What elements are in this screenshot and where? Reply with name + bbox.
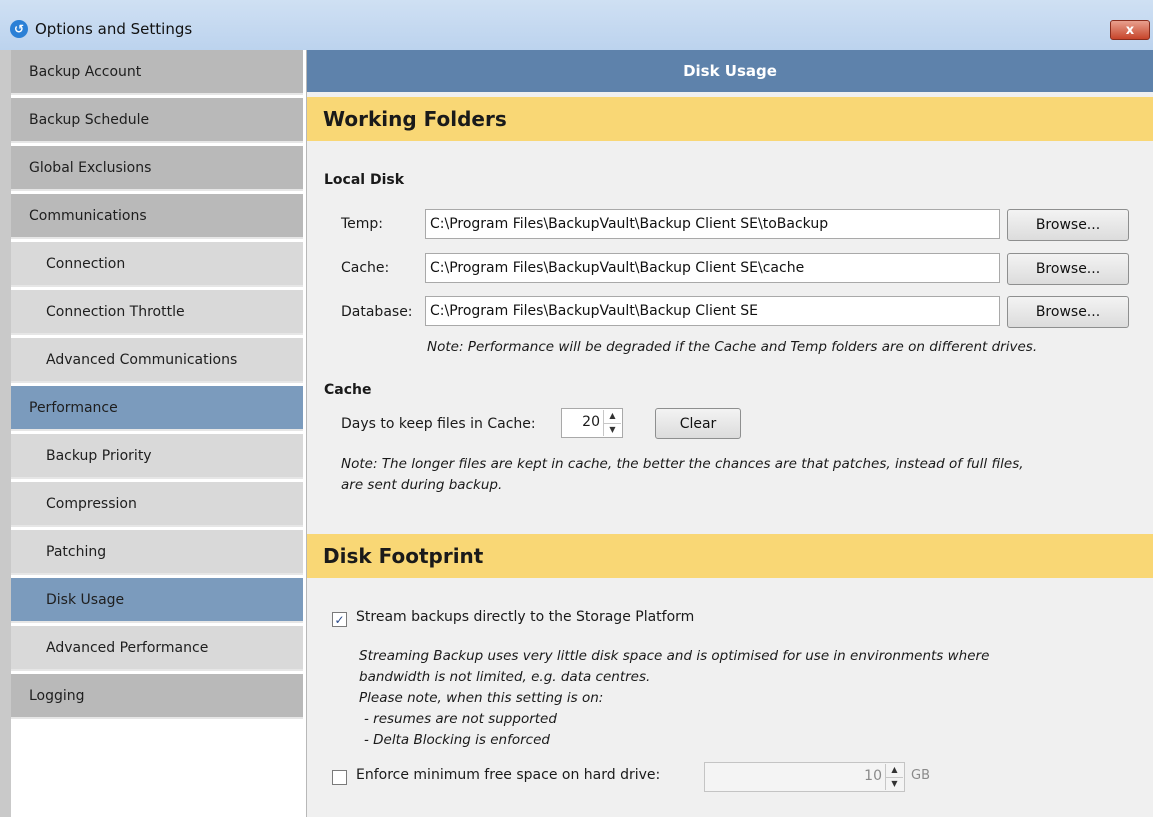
cache-note-line1: Note: The longer files are kept in cache… xyxy=(341,456,1024,472)
enforce-free-space-checkbox[interactable] xyxy=(332,770,347,785)
window-title: Options and Settings xyxy=(35,20,193,38)
chevron-down-icon[interactable]: ▼ xyxy=(604,422,621,437)
cache-browse-button[interactable]: Browse... xyxy=(1007,253,1129,285)
page-title: Disk Usage xyxy=(307,50,1153,92)
sidebar-item-backup-priority[interactable]: Backup Priority xyxy=(11,434,303,479)
sidebar-item-logging[interactable]: Logging xyxy=(11,674,303,719)
min-free-space-value: 10 xyxy=(864,768,882,784)
settings-sidebar: Backup Account Backup Schedule Global Ex… xyxy=(0,50,307,817)
sidebar-item-global-exclusions[interactable]: Global Exclusions xyxy=(11,146,303,191)
sidebar-item-backup-account[interactable]: Backup Account xyxy=(11,50,303,95)
min-free-space-unit: GB xyxy=(911,768,930,783)
section-working-folders: Working Folders xyxy=(307,97,1153,141)
temp-path-input[interactable] xyxy=(425,209,1000,239)
temp-browse-button[interactable]: Browse... xyxy=(1007,209,1129,241)
streaming-desc-line5: - Delta Blocking is enforced xyxy=(364,732,550,748)
sidebar-edge xyxy=(0,50,11,817)
settings-content: Disk Usage Working Folders Local Disk Te… xyxy=(307,50,1153,817)
sidebar-item-connection-throttle[interactable]: Connection Throttle xyxy=(11,290,303,335)
title-bar: ↺ Options and Settings x xyxy=(0,0,1153,50)
working-folders-note: Note: Performance will be degraded if th… xyxy=(427,339,1038,355)
database-label: Database: xyxy=(341,304,413,320)
backupvault-logo-icon: ↺ xyxy=(10,20,28,38)
streaming-desc-line1: Streaming Backup uses very little disk s… xyxy=(359,648,990,664)
sidebar-item-label: Backup Account xyxy=(29,63,142,80)
sidebar-item-label: Backup Priority xyxy=(46,447,152,464)
sidebar-item-label: Communications xyxy=(29,207,147,224)
streaming-desc-line3: Please note, when this setting is on: xyxy=(359,690,604,706)
clear-label: Clear xyxy=(679,415,717,432)
browse-label: Browse... xyxy=(1035,261,1101,277)
sidebar-item-performance[interactable]: Performance xyxy=(11,386,303,431)
close-button[interactable]: x xyxy=(1110,20,1150,40)
days-in-cache-label: Days to keep files in Cache: xyxy=(341,416,536,432)
chevron-up-icon[interactable]: ▲ xyxy=(604,410,621,423)
streaming-desc-line2: bandwidth is not limited, e.g. data cent… xyxy=(359,669,651,685)
local-disk-heading: Local Disk xyxy=(324,172,405,188)
cache-path-input[interactable] xyxy=(425,253,1000,283)
days-in-cache-stepper[interactable]: 20 ▲ ▼ xyxy=(561,408,623,438)
close-icon: x xyxy=(1125,22,1135,38)
database-browse-button[interactable]: Browse... xyxy=(1007,296,1129,328)
stream-backups-checkbox[interactable]: ✓ xyxy=(332,612,347,627)
sidebar-item-advanced-communications[interactable]: Advanced Communications xyxy=(11,338,303,383)
sidebar-item-communications[interactable]: Communications xyxy=(11,194,303,239)
cache-label: Cache: xyxy=(341,260,390,276)
sidebar-item-patching[interactable]: Patching xyxy=(11,530,303,575)
options-window: ↺ Options and Settings x Backup Account … xyxy=(0,0,1153,817)
cache-heading: Cache xyxy=(324,382,372,398)
browse-label: Browse... xyxy=(1035,217,1101,233)
enforce-free-space-label[interactable]: Enforce minimum free space on hard drive… xyxy=(356,767,660,783)
sidebar-item-label: Performance xyxy=(29,399,118,416)
sidebar-item-label: Compression xyxy=(46,495,137,512)
chevron-down-icon[interactable]: ▼ xyxy=(886,776,903,791)
streaming-desc-line4: - resumes are not supported xyxy=(364,711,557,727)
sidebar-item-label: Patching xyxy=(46,543,107,560)
sidebar-item-label: Disk Usage xyxy=(46,591,125,608)
stepper-arrows[interactable]: ▲ ▼ xyxy=(885,764,903,790)
browse-label: Browse... xyxy=(1035,304,1101,320)
sidebar-item-label: Global Exclusions xyxy=(29,159,152,176)
sidebar-item-label: Connection xyxy=(46,255,126,272)
sidebar-item-backup-schedule[interactable]: Backup Schedule xyxy=(11,98,303,143)
stream-backups-label[interactable]: Stream backups directly to the Storage P… xyxy=(356,609,694,625)
sidebar-item-disk-usage[interactable]: Disk Usage xyxy=(11,578,303,623)
sidebar-item-label: Connection Throttle xyxy=(46,303,185,320)
temp-label: Temp: xyxy=(341,216,384,232)
clear-cache-button[interactable]: Clear xyxy=(655,408,741,439)
chevron-up-icon[interactable]: ▲ xyxy=(886,764,903,777)
sidebar-item-label: Backup Schedule xyxy=(29,111,150,128)
sidebar-item-label: Logging xyxy=(29,687,85,704)
sidebar-item-label: Advanced Performance xyxy=(46,639,209,656)
cache-note-line2: are sent during backup. xyxy=(341,477,503,493)
sidebar-item-compression[interactable]: Compression xyxy=(11,482,303,527)
min-free-space-stepper[interactable]: 10 ▲ ▼ xyxy=(704,762,905,792)
sidebar-item-label: Advanced Communications xyxy=(46,351,238,368)
days-in-cache-value: 20 xyxy=(582,414,600,430)
database-path-input[interactable] xyxy=(425,296,1000,326)
sidebar-item-connection[interactable]: Connection xyxy=(11,242,303,287)
sidebar-item-advanced-performance[interactable]: Advanced Performance xyxy=(11,626,303,671)
section-disk-footprint: Disk Footprint xyxy=(307,534,1153,578)
stepper-arrows[interactable]: ▲ ▼ xyxy=(603,410,621,436)
